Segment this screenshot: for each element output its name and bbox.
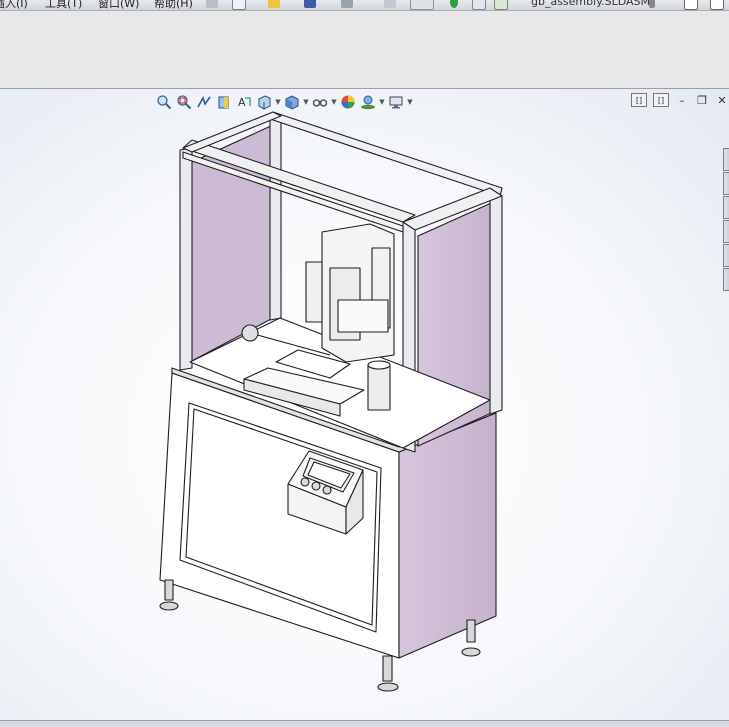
task-pane-tab-design-library[interactable] [723,172,729,195]
heads-up-view-toolbar: A ▼ ▼ ▼ ▼ ▼ [155,93,413,111]
graphics-viewport[interactable]: A ▼ ▼ ▼ ▼ ▼ [] [] – ❐ ✕ [0,89,729,720]
frame-post-back [269,115,282,321]
print-icon[interactable] [341,0,353,8]
menu-help[interactable]: 帮助(H) [154,0,193,10]
minimize-icon[interactable] [684,0,698,10]
command-manager [0,11,729,89]
menu-window[interactable]: 窗口(W) [98,0,139,10]
magnifier-area-icon[interactable] [175,93,193,111]
assembly-model[interactable] [0,89,729,720]
task-pane-tabs [723,148,729,292]
document-title: gb_assembly.SLDASM [531,0,651,8]
chevron-down-icon[interactable]: ▼ [303,98,309,106]
task-pane-tab-resources[interactable] [723,148,729,171]
scene-icon[interactable] [359,93,377,111]
task-pane-tab-custom-properties[interactable] [723,268,729,291]
options-icon[interactable] [494,0,508,10]
frame-post-front-left [179,147,193,371]
open-folder-icon[interactable] [268,0,280,8]
menu-insert[interactable]: 插入(I) [0,0,28,10]
annotation-view-icon[interactable]: A [235,93,253,111]
chevron-down-icon[interactable]: ▼ [379,98,385,106]
view-orientation-icon[interactable] [255,93,273,111]
restore-icon[interactable] [710,0,724,10]
chevron-down-icon[interactable]: ▼ [407,98,413,106]
display-style-cube-icon[interactable] [283,93,301,111]
monitor-icon[interactable] [387,93,405,111]
pin-icon[interactable] [206,0,218,8]
tile-right-button[interactable]: [] [653,93,669,107]
chevron-down-icon[interactable]: ▼ [275,98,281,106]
minimize-icon[interactable]: – [675,94,689,107]
save-icon[interactable] [304,0,316,8]
chevron-down-icon[interactable]: ▼ [331,98,337,106]
tile-left-button[interactable]: [] [631,93,647,107]
svg-text:A: A [238,96,246,109]
frame-post-right [489,191,503,415]
previous-view-icon[interactable] [195,93,213,111]
menu-tools[interactable]: 工具(T) [45,0,82,10]
glasses-icon[interactable] [311,93,329,111]
task-pane-tab-view-palette[interactable] [723,220,729,243]
appearance-sphere-icon[interactable] [339,93,357,111]
magnifier-icon[interactable] [155,93,173,111]
undo-icon[interactable] [384,0,396,8]
new-document-icon[interactable] [232,0,246,10]
menu-bar: 插入(I) 工具(T) 窗口(W) 帮助(H) gb_assembly.SLDA… [0,0,729,11]
viewport-window-controls: [] [] – ❐ ✕ [631,93,729,107]
section-view-icon[interactable] [215,93,233,111]
select-icon[interactable] [410,0,434,10]
task-pane-tab-file-explorer[interactable] [723,196,729,219]
close-icon[interactable]: ✕ [715,94,729,107]
file-properties-icon[interactable] [472,0,486,10]
restore-icon[interactable]: ❐ [695,94,709,107]
task-pane-tab-appearances[interactable] [723,244,729,267]
pin-dropdown-icon[interactable] [649,0,655,8]
rebuild-icon[interactable] [450,0,458,8]
